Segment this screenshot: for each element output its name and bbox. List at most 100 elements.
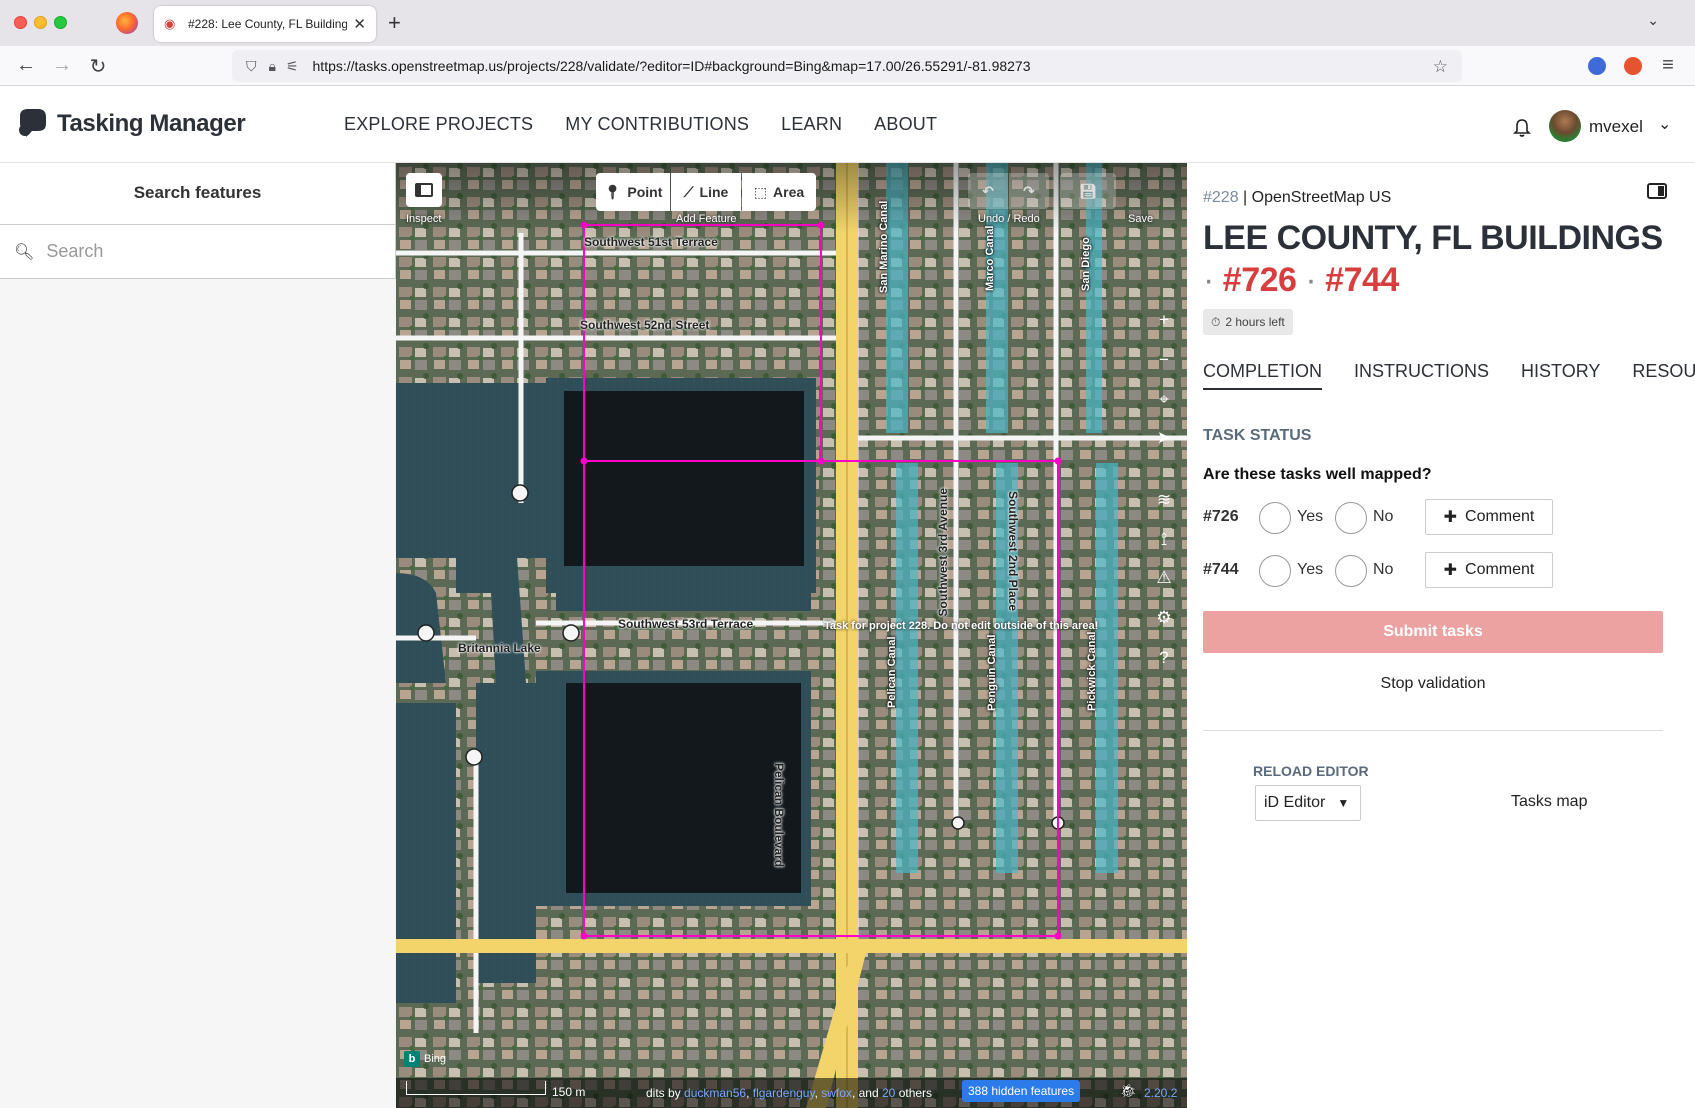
editor-link[interactable]: flgardenguy: [753, 1086, 815, 1100]
browser-tab-active[interactable]: ◉ #228: Lee County, FL Buildings ✕: [154, 6, 376, 42]
undo-button[interactable]: ↶: [968, 173, 1008, 209]
tab-resources[interactable]: RESOURCES: [1632, 361, 1695, 390]
editor-link[interactable]: duckman56: [684, 1086, 746, 1100]
editor-link[interactable]: swfox: [821, 1086, 852, 1100]
zoom-to-selection-icon[interactable]: ⌖: [1151, 387, 1177, 413]
task-number-726: #726: [1222, 261, 1297, 299]
task-row-number: #726: [1203, 508, 1239, 525]
bookmark-star-icon[interactable]: ☆: [1433, 57, 1448, 77]
zoom-in-icon[interactable]: +: [1151, 307, 1177, 333]
permissions-icon[interactable]: ⚟: [286, 58, 299, 75]
add-line-button[interactable]: ⟋ Line: [671, 173, 741, 211]
back-button[interactable]: ←: [14, 54, 38, 77]
id-version-link[interactable]: 2.20.2: [1144, 1086, 1177, 1100]
bing-label: Bing: [424, 1053, 447, 1065]
task-744-yes-radio[interactable]: [1259, 555, 1291, 587]
scale-label: 150 m: [552, 1085, 586, 1099]
url-bar[interactable]: ⛉ 🔒︎ ⚟ https://tasks.openstreetmap.us/pr…: [232, 50, 1462, 82]
preferences-icon[interactable]: ⚙: [1151, 605, 1177, 631]
minimize-window-button[interactable]: [34, 16, 47, 29]
zoom-out-icon[interactable]: −: [1151, 347, 1177, 373]
close-window-button[interactable]: [14, 16, 27, 29]
tab-list-chevron-icon[interactable]: ⌄: [1647, 12, 1659, 29]
yes-label: Yes: [1297, 561, 1324, 578]
street-label-sw51: Southwest 51st Terrace: [584, 235, 718, 249]
area-icon: ⬚: [753, 183, 768, 200]
duckduckgo-extension-icon[interactable]: [1624, 57, 1642, 75]
save-button[interactable]: 💾︎: [1060, 173, 1116, 209]
redo-button[interactable]: ↷: [1009, 173, 1049, 209]
tab-instructions[interactable]: INSTRUCTIONS: [1354, 361, 1489, 390]
divider: [1203, 730, 1663, 731]
time-left-badge: ⏱︎ 2 hours left: [1203, 309, 1293, 335]
project-id-link[interactable]: #228: [1203, 189, 1239, 206]
site-brand[interactable]: Tasking Manager: [57, 110, 246, 138]
feature-search-box: 🔍︎: [0, 225, 395, 279]
stop-validation-button[interactable]: Stop validation: [1203, 675, 1663, 693]
nav-explore-projects[interactable]: EXPLORE PROJECTS: [344, 114, 533, 135]
add-area-button[interactable]: ⬚ Area: [742, 173, 816, 211]
url-text[interactable]: https://tasks.openstreetmap.us/projects/…: [313, 58, 1031, 74]
add-point-button[interactable]: 📍︎ Point: [596, 173, 670, 211]
nav-learn[interactable]: LEARN: [781, 114, 842, 135]
tab-completion[interactable]: COMPLETION: [1203, 361, 1323, 390]
tab-title: #228: Lee County, FL Buildings: [188, 17, 348, 31]
nav-about[interactable]: ABOUT: [874, 114, 937, 135]
undo-redo-label: Undo / Redo: [978, 213, 1040, 225]
editor-select[interactable]: iD Editor ▼: [1255, 785, 1361, 821]
task-726-no-radio[interactable]: [1335, 502, 1367, 534]
avatar[interactable]: [1549, 110, 1581, 142]
firefox-pinned-tab-icon[interactable]: [116, 12, 138, 34]
forward-button[interactable]: →: [50, 54, 74, 77]
tab-history[interactable]: HISTORY: [1521, 361, 1600, 390]
geolocate-icon[interactable]: ➤: [1151, 425, 1177, 451]
clock-icon: ⏱︎: [1211, 314, 1221, 329]
lock-icon[interactable]: 🔒︎: [269, 58, 276, 75]
task-744-no-radio[interactable]: [1335, 555, 1367, 587]
background-layers-icon[interactable]: ≋: [1151, 487, 1177, 513]
tasking-manager-logo-icon[interactable]: [16, 106, 50, 140]
add-line-label: Line: [699, 184, 729, 200]
issues-warning-icon[interactable]: ⚠: [1151, 565, 1177, 591]
username[interactable]: mvexel: [1589, 117, 1643, 137]
map-data-icon[interactable]: ⟟: [1151, 527, 1177, 553]
tasks-map-button[interactable]: Tasks map: [1511, 793, 1587, 811]
line-icon: ⟋: [683, 183, 694, 200]
lake-label: Britannia Lake: [458, 641, 541, 655]
nav-my-contributions[interactable]: MY CONTRIBUTIONS: [565, 114, 749, 135]
plus-icon: ✚: [1443, 562, 1458, 579]
task-726-comment-button[interactable]: ✚ Comment: [1425, 499, 1553, 535]
sidebar-toggle-button[interactable]: [406, 173, 442, 207]
notifications-bell-icon[interactable]: [1512, 118, 1532, 138]
browser-nav-bar: ← → ↻ ⛉ 🔒︎ ⚟ https://tasks.openstreetmap…: [0, 46, 1695, 86]
reload-button[interactable]: ↻: [86, 54, 110, 79]
help-icon[interactable]: ?: [1151, 645, 1177, 671]
shield-icon[interactable]: ⛉: [246, 58, 257, 75]
panel-toggle-icon[interactable]: [1647, 183, 1667, 199]
street-label-sw52: Southwest 52nd Street: [580, 318, 710, 332]
canal-label-san-marino: San Marino Canal: [878, 200, 890, 293]
hidden-features-badge[interactable]: 388 hidden features: [962, 1080, 1081, 1102]
extension-icon[interactable]: [1588, 57, 1606, 75]
validation-question: Are these tasks well mapped?: [1203, 466, 1432, 483]
task-726-yes-radio[interactable]: [1259, 502, 1291, 534]
submit-tasks-button[interactable]: Submit tasks: [1203, 611, 1663, 653]
page-title: LEE COUNTY, FL BUILDINGS · #726 · #744: [1203, 217, 1663, 301]
task-744-comment-button[interactable]: ✚ Comment: [1425, 552, 1553, 588]
add-area-label: Area: [773, 184, 805, 200]
edits-and: and: [858, 1086, 879, 1100]
tab-close-icon[interactable]: ✕: [353, 15, 366, 33]
scale-bar[interactable]: [406, 1081, 546, 1095]
bug-report-icon[interactable]: 🐞︎: [1120, 1083, 1137, 1099]
new-tab-button[interactable]: +: [388, 10, 401, 36]
user-menu-chevron-down-icon[interactable]: ⌄: [1658, 114, 1671, 134]
project-org-line: #228 | OpenStreetMap US: [1203, 189, 1392, 206]
map-canvas[interactable]: Inspect 📍︎ Point ⟋ Line ⬚ Area Add Feature …: [396, 163, 1187, 1108]
edits-count-link[interactable]: 20: [882, 1086, 895, 1100]
zoom-window-button[interactable]: [54, 16, 67, 29]
feature-search-input[interactable]: [46, 241, 377, 262]
canal-label-san-diego: San Diego: [1080, 237, 1092, 291]
street-label-sw2pl: Southwest 2nd Place: [1006, 491, 1020, 612]
browser-menu-icon[interactable]: ≡: [1656, 54, 1680, 77]
street-label-pelican-blvd: Pelican Boulevard: [772, 763, 786, 868]
